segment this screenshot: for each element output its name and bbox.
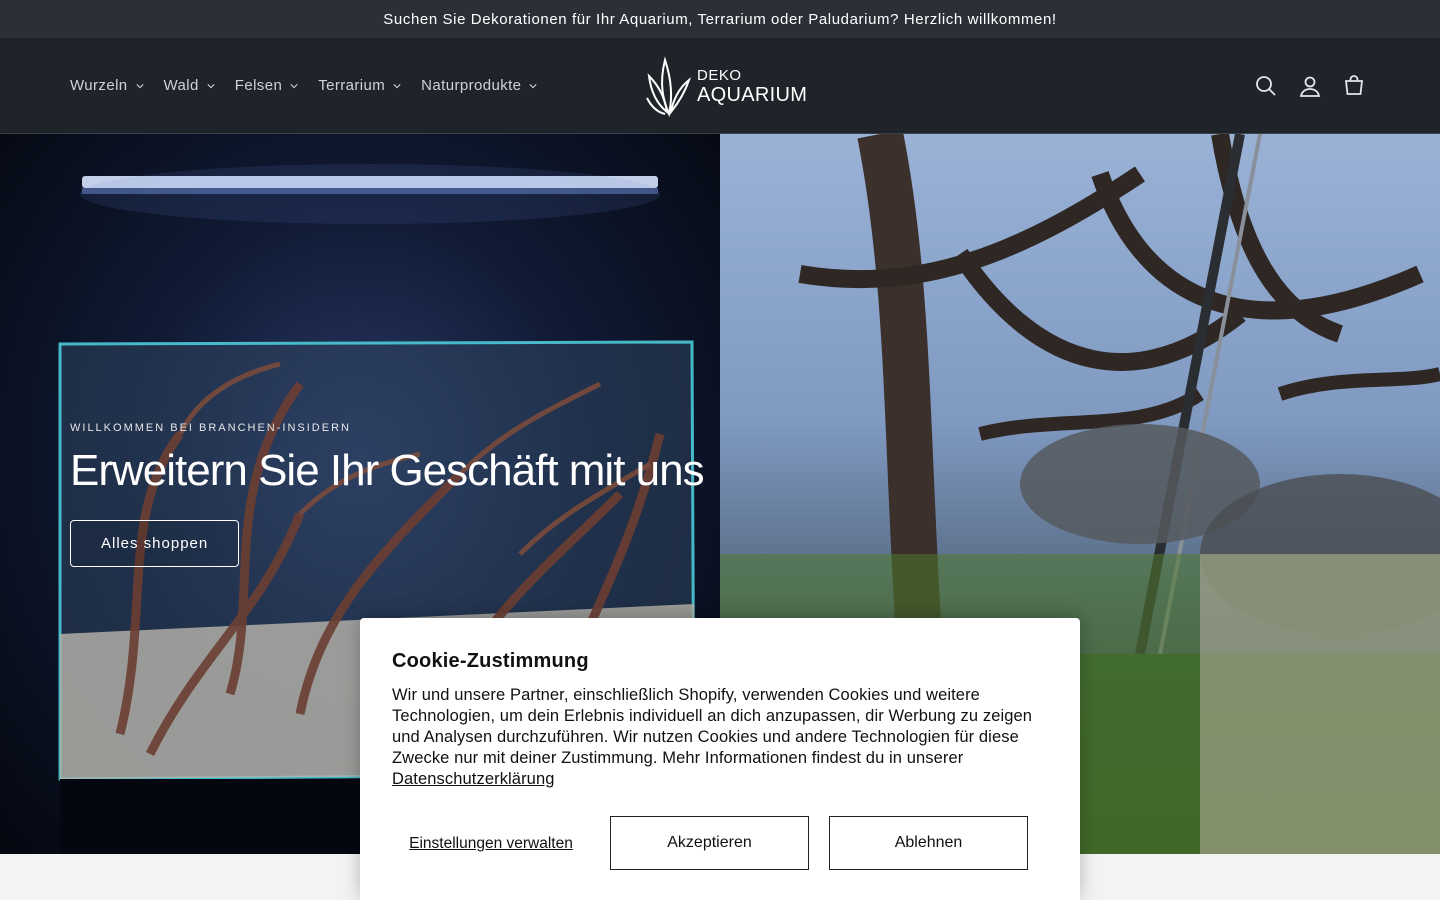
decline-button[interactable]: Ablehnen bbox=[829, 816, 1028, 870]
logo-line-2: AQUARIUM bbox=[697, 83, 808, 106]
hero-text-block: WILLKOMMEN BEI BRANCHEN-INSIDERN Erweite… bbox=[70, 422, 705, 567]
announcement-text: Suchen Sie Dekorationen für Ihr Aquarium… bbox=[383, 10, 1057, 28]
search-button[interactable] bbox=[1248, 68, 1284, 104]
cookie-title: Cookie-Zustimmung bbox=[392, 650, 589, 672]
cookie-actions: Einstellungen verwalten Akzeptieren Able… bbox=[392, 816, 1048, 870]
privacy-policy-link[interactable]: Datenschutzerklärung bbox=[392, 770, 555, 788]
chevron-down-icon bbox=[135, 83, 144, 88]
header-icons bbox=[1240, 68, 1372, 104]
nav-item-wald[interactable]: Wald bbox=[164, 77, 215, 94]
nav-item-terrarium[interactable]: Terrarium bbox=[318, 77, 401, 94]
nav-item-naturprodukte[interactable]: Naturprodukte bbox=[421, 77, 538, 94]
cookie-consent-dialog: Cookie-Zustimmung Wir und unsere Partner… bbox=[360, 618, 1080, 900]
nav-item-wurzeln[interactable]: Wurzeln bbox=[70, 77, 144, 94]
cart-button[interactable] bbox=[1336, 68, 1372, 104]
chevron-down-icon bbox=[529, 83, 538, 88]
site-logo[interactable]: DEKO AQUARIUM bbox=[645, 54, 807, 118]
main-nav: Wurzeln Wald Felsen Terrarium Naturprodu… bbox=[70, 77, 557, 94]
hero-eyebrow: WILLKOMMEN BEI BRANCHEN-INSIDERN bbox=[70, 422, 351, 434]
chevron-down-icon bbox=[290, 83, 298, 88]
nav-item-felsen[interactable]: Felsen bbox=[235, 77, 298, 94]
manage-settings-link[interactable]: Einstellungen verwalten bbox=[392, 834, 590, 853]
cookie-body-text: Wir und unsere Partner, einschließlich S… bbox=[392, 686, 1033, 767]
site-header: Wurzeln Wald Felsen Terrarium Naturprodu… bbox=[0, 38, 1440, 134]
account-button[interactable] bbox=[1292, 68, 1328, 104]
search-icon bbox=[1256, 76, 1276, 96]
chevron-down-icon bbox=[207, 83, 215, 88]
announcement-bar: Suchen Sie Dekorationen für Ihr Aquarium… bbox=[0, 0, 1440, 38]
hero-title: Erweitern Sie Ihr Geschäft mit uns bbox=[70, 446, 705, 495]
chevron-down-icon bbox=[393, 83, 401, 88]
logo-line-1: DEKO bbox=[697, 66, 742, 84]
cookie-body: Wir und unsere Partner, einschließlich S… bbox=[392, 685, 1048, 790]
account-icon bbox=[1299, 76, 1321, 97]
accept-button[interactable]: Akzeptieren bbox=[610, 816, 809, 870]
cart-icon bbox=[1344, 75, 1364, 95]
leaf-logo-icon bbox=[646, 56, 692, 118]
shop-all-button[interactable]: Alles shoppen bbox=[70, 520, 240, 567]
